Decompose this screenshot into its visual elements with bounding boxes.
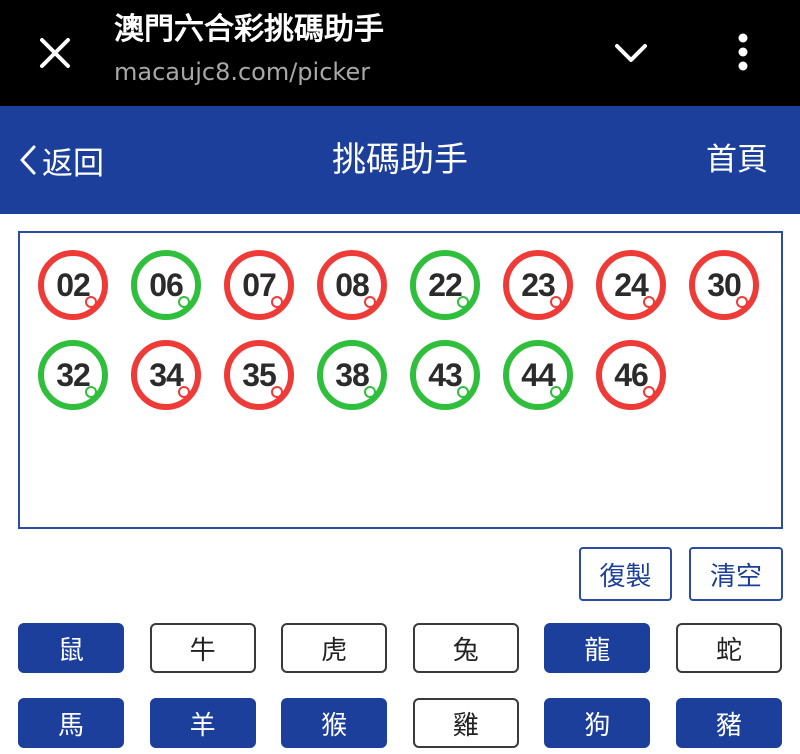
ball-shine-icon — [178, 386, 190, 398]
ball-shine-icon — [457, 296, 469, 308]
ball-number: 35 — [242, 356, 277, 393]
app-header: 返回 挑碼助手 首頁 — [0, 106, 800, 214]
ball-shine-icon — [364, 386, 376, 398]
ball-shine-icon — [550, 296, 562, 308]
zodiac-button[interactable]: 雞 — [412, 698, 519, 748]
zodiac-button[interactable]: 狗 — [544, 698, 651, 748]
ball-number: 24 — [614, 266, 649, 303]
zodiac-button[interactable]: 羊 — [149, 698, 256, 748]
ball-shine-icon — [85, 296, 97, 308]
number-ball-02[interactable]: 02 — [38, 250, 108, 320]
ball-shine-icon — [178, 296, 190, 308]
ball-number: 23 — [521, 266, 556, 303]
ball-shine-icon — [271, 296, 283, 308]
zodiac-button[interactable]: 虎 — [281, 623, 388, 673]
ball-shine-icon — [364, 296, 376, 308]
ball-shine-icon — [736, 296, 748, 308]
browser-title: 澳門六合彩挑碼助手 — [114, 12, 384, 47]
ball-number: 08 — [335, 266, 370, 303]
more-menu-button[interactable] — [718, 24, 768, 80]
number-ball-23[interactable]: 23 — [503, 250, 573, 320]
zodiac-button[interactable]: 豬 — [676, 698, 782, 748]
ball-number: 43 — [428, 356, 463, 393]
number-ball-32[interactable]: 32 — [38, 340, 108, 410]
ball-shine-icon — [457, 386, 469, 398]
number-ball-30[interactable]: 30 — [689, 250, 759, 320]
ball-shine-icon — [271, 386, 283, 398]
zodiac-button[interactable]: 兔 — [412, 623, 519, 673]
more-vertical-icon — [738, 33, 748, 71]
chevron-down-icon — [615, 44, 647, 62]
ball-number: 44 — [521, 356, 556, 393]
page-title: 挑碼助手 — [332, 140, 468, 180]
number-ball-34[interactable]: 34 — [131, 340, 201, 410]
zodiac-button[interactable]: 猴 — [281, 698, 388, 748]
ball-number: 30 — [707, 266, 742, 303]
ball-number: 34 — [149, 356, 184, 393]
zodiac-button[interactable]: 龍 — [544, 623, 651, 673]
ball-number: 07 — [242, 266, 277, 303]
ball-shine-icon — [550, 386, 562, 398]
number-ball-46[interactable]: 46 — [596, 340, 666, 410]
number-ball-43[interactable]: 43 — [410, 340, 480, 410]
number-ball-24[interactable]: 24 — [596, 250, 666, 320]
number-ball-35[interactable]: 35 — [224, 340, 294, 410]
selected-numbers-panel: 02 06 07 08 22 23 24 30 32 34 35 38 43 44 46 — [18, 231, 783, 529]
number-ball-07[interactable]: 07 — [224, 250, 294, 320]
close-button[interactable] — [30, 28, 80, 78]
number-ball-22[interactable]: 22 — [410, 250, 480, 320]
ball-number: 22 — [428, 266, 463, 303]
ball-shine-icon — [643, 386, 655, 398]
ball-shine-icon — [85, 386, 97, 398]
number-ball-38[interactable]: 38 — [317, 340, 387, 410]
chevron-down-button[interactable] — [606, 28, 656, 78]
ball-number: 06 — [149, 266, 184, 303]
browser-bar: 澳門六合彩挑碼助手 macaujc8.com/picker — [0, 0, 800, 106]
ball-number: 38 — [335, 356, 370, 393]
number-ball-08[interactable]: 08 — [317, 250, 387, 320]
home-button[interactable]: 首頁 — [706, 136, 768, 184]
number-ball-06[interactable]: 06 — [131, 250, 201, 320]
zodiac-button[interactable]: 蛇 — [676, 623, 782, 673]
ball-number: 46 — [614, 356, 649, 393]
zodiac-button[interactable]: 鼠 — [18, 623, 124, 673]
zodiac-button[interactable]: 馬 — [18, 698, 124, 748]
browser-url[interactable]: macaujc8.com/picker — [114, 56, 370, 88]
zodiac-button[interactable]: 牛 — [149, 623, 256, 673]
ball-number: 32 — [56, 356, 91, 393]
number-ball-44[interactable]: 44 — [503, 340, 573, 410]
close-icon — [40, 38, 70, 68]
ball-shine-icon — [643, 296, 655, 308]
copy-button[interactable]: 復製 — [579, 547, 672, 601]
ball-number: 02 — [56, 266, 91, 303]
clear-button[interactable]: 清空 — [689, 547, 783, 601]
